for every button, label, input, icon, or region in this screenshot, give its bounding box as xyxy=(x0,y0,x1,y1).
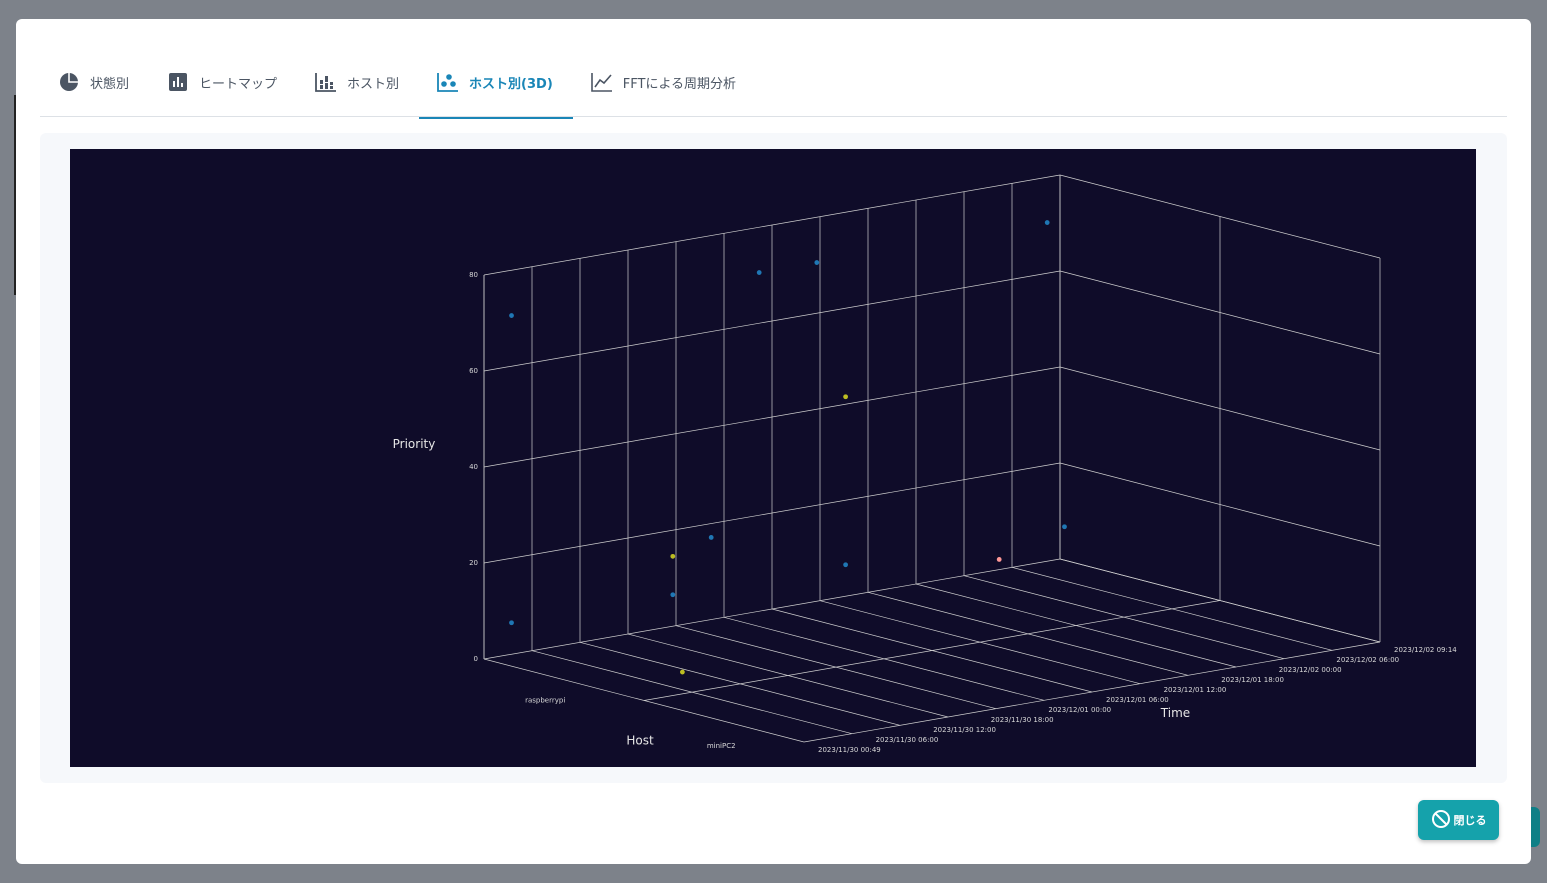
data-point[interactable] xyxy=(996,557,1002,562)
data-point[interactable] xyxy=(670,553,676,559)
data-point[interactable] xyxy=(1044,220,1050,225)
data-point[interactable] xyxy=(509,313,514,318)
close-button[interactable]: 閉じる xyxy=(1418,800,1499,840)
tab-label: 状態別 xyxy=(90,76,130,92)
chart-panel: 0 20 40 60 80 raspberrypi miniPC2 2023/11/30 00… xyxy=(40,133,1507,783)
ban-icon xyxy=(1431,809,1451,832)
host-axis-title: Host xyxy=(626,734,654,748)
priority-tick-label: 0 xyxy=(474,655,478,663)
plot-canvas: 0 20 40 60 80 raspberrypi miniPC2 2023/11/30 00… xyxy=(393,174,1457,754)
scatter-3d-icon xyxy=(437,71,459,93)
data-point[interactable] xyxy=(756,270,762,275)
host-tick-label: miniPC2 xyxy=(707,742,736,750)
tab-label: ホスト別(3D) xyxy=(469,76,553,92)
grid-line xyxy=(803,641,1381,743)
tab-host-3d[interactable]: ホスト別(3D) xyxy=(419,57,573,119)
analysis-modal: 状態別 ヒートマップ ホスト別 ホスト別(3D) FFTによる周期分析 0 20… xyxy=(16,19,1531,864)
time-tick-label: 2023/12/01 12:00 xyxy=(1164,686,1227,694)
time-tick-label: 2023/12/02 09:14 xyxy=(1394,646,1457,654)
data-point[interactable] xyxy=(680,669,685,675)
data-point[interactable] xyxy=(708,535,714,540)
time-tick-label: 2023/11/30 12:00 xyxy=(933,726,996,734)
tab-label: ホスト別 xyxy=(347,76,400,92)
time-tick-label: 2023/12/02 06:00 xyxy=(1336,656,1399,664)
priority-tick-label: 20 xyxy=(469,559,478,567)
host-tick-label: raspberrypi xyxy=(525,696,565,704)
time-tick-label: 2023/11/30 00:49 xyxy=(818,746,881,754)
tab-host[interactable]: ホスト別 xyxy=(297,57,419,107)
grid-line xyxy=(643,600,1221,701)
close-label: 閉じる xyxy=(1453,814,1487,827)
data-point[interactable] xyxy=(814,260,820,265)
tab-status[interactable]: 状態別 xyxy=(40,57,149,107)
bar-chart-icon xyxy=(167,71,189,93)
time-tick-label: 2023/11/30 18:00 xyxy=(991,716,1054,724)
scatter-3d-plot[interactable]: 0 20 40 60 80 raspberrypi miniPC2 2023/11/30 00… xyxy=(70,149,1476,767)
priority-axis-title: Priority xyxy=(393,437,436,451)
line-chart-icon xyxy=(590,71,613,93)
time-tick-label: 2023/12/01 18:00 xyxy=(1221,676,1284,684)
tab-fft[interactable]: FFTによる周期分析 xyxy=(573,57,756,107)
data-point[interactable] xyxy=(843,394,848,400)
tab-heatmap[interactable]: ヒートマップ xyxy=(149,57,297,107)
time-tick-label: 2023/11/30 06:00 xyxy=(876,736,939,744)
tab-label: FFTによる周期分析 xyxy=(622,76,737,92)
time-tick-label: 2023/12/01 06:00 xyxy=(1106,696,1169,704)
data-point[interactable] xyxy=(509,620,514,626)
time-tick-label: 2023/12/01 00:00 xyxy=(1048,706,1111,714)
priority-tick-label: 40 xyxy=(469,463,478,471)
pie-chart-icon xyxy=(58,71,80,93)
time-tick-label: 2023/12/02 00:00 xyxy=(1279,666,1342,674)
tab-bar: 状態別 ヒートマップ ホスト別 ホスト別(3D) FFTによる周期分析 xyxy=(40,57,756,119)
stacked-bar-icon xyxy=(315,71,337,93)
priority-tick-label: 80 xyxy=(469,271,478,279)
time-axis-title: Time xyxy=(1160,706,1190,720)
tab-label: ヒートマップ xyxy=(199,76,278,92)
data-point[interactable] xyxy=(1062,524,1067,530)
tab-divider xyxy=(40,116,1507,117)
priority-tick-label: 60 xyxy=(469,367,478,375)
data-point[interactable] xyxy=(670,592,676,598)
data-point[interactable] xyxy=(843,562,848,568)
